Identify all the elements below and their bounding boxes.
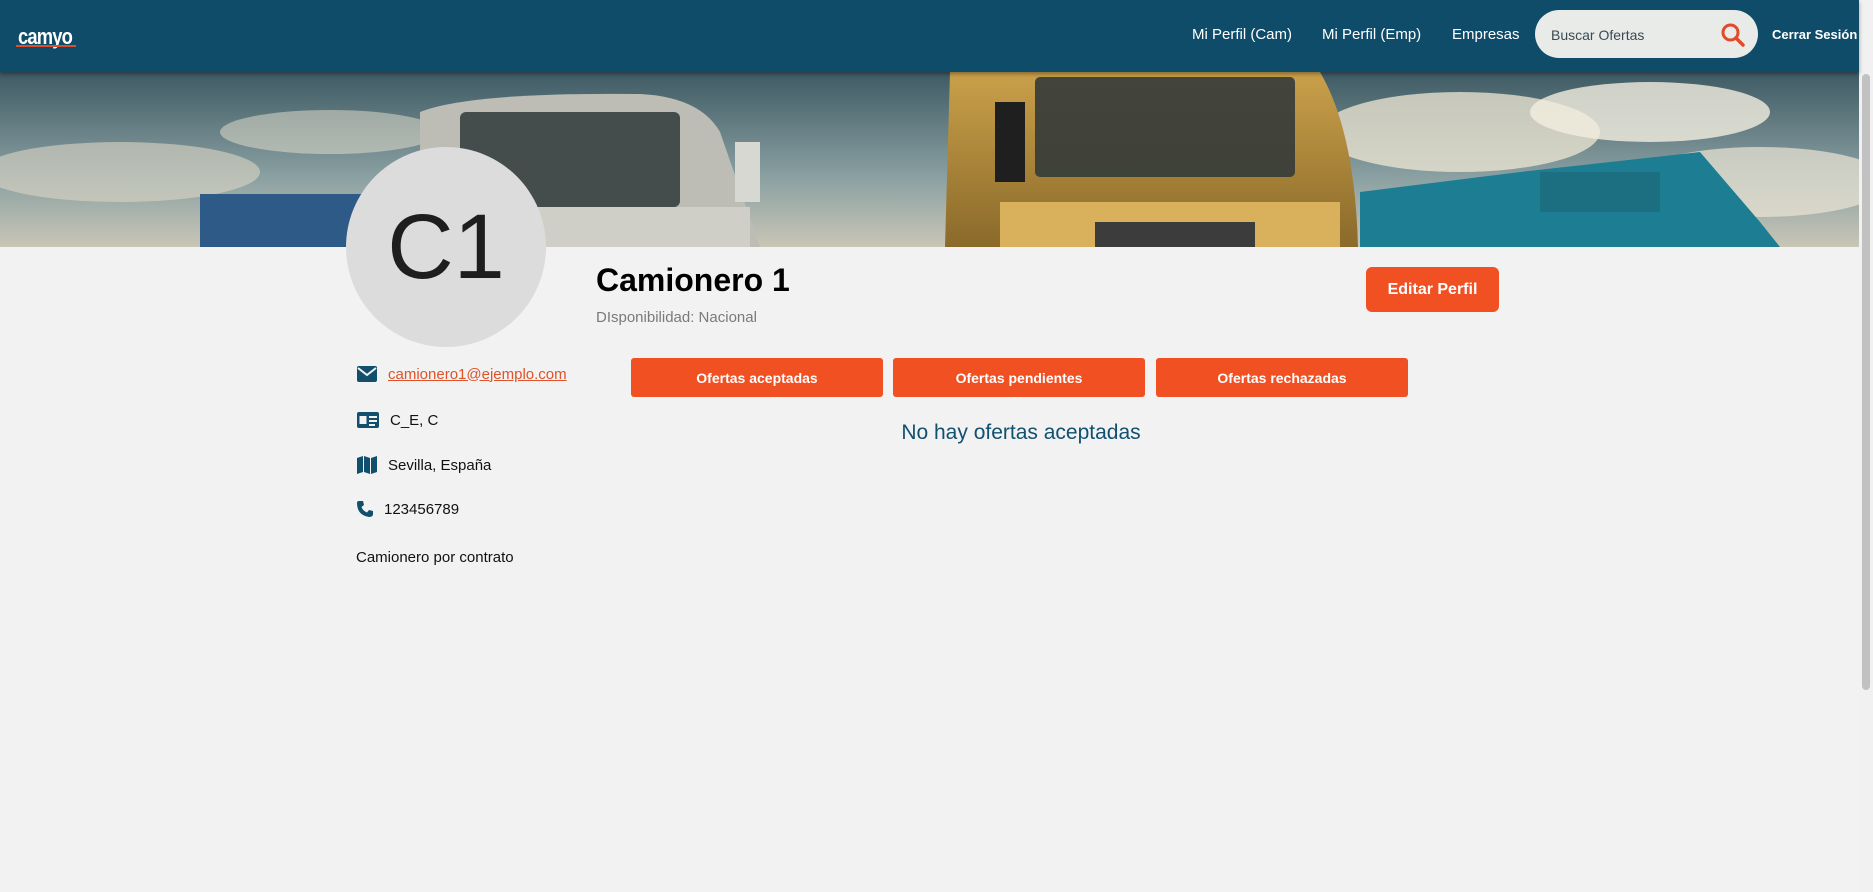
top-navbar: camyo Mi Perfil (Cam) Mi Perfil (Emp) Em… [0,0,1859,72]
tab-ofertas-pendientes[interactable]: Ofertas pendientes [893,358,1145,397]
nav-link-mi-perfil-emp[interactable]: Mi Perfil (Emp) [1322,26,1421,43]
info-location-row: Sevilla, España [356,455,491,475]
nav-link-mi-perfil-cam[interactable]: Mi Perfil (Cam) [1192,26,1292,43]
license-text: C_E, C [390,411,439,429]
search-box [1535,10,1758,58]
tab-ofertas-rechazadas[interactable]: Ofertas rechazadas [1156,358,1408,397]
availability-text: DIsponibilidad: Nacional [596,309,757,326]
role-text: Camionero por contrato [356,549,514,566]
envelope-icon [357,366,377,382]
scrollbar-thumb[interactable] [1862,74,1870,690]
camyo-logo[interactable]: camyo [16,18,76,56]
info-phone-row: 123456789 [356,500,459,518]
location-text: Sevilla, España [388,456,492,474]
profile-name: Camionero 1 [596,262,790,298]
phone-text: 123456789 [384,500,460,518]
nav-link-empresas[interactable]: Empresas [1452,26,1520,43]
avatar-initials: C1 [387,195,505,298]
info-license-row: C_E, C [356,410,438,430]
id-card-icon [357,412,379,428]
phone-icon [357,501,373,517]
tab-ofertas-aceptadas[interactable]: Ofertas aceptadas [631,358,883,397]
empty-offers-message: No hay ofertas aceptadas [901,421,1141,444]
logout-link[interactable]: Cerrar Sesión [1772,27,1857,42]
avatar: C1 [346,147,546,347]
map-icon [357,456,377,474]
info-email-row: camionero1@ejemplo.com [356,365,567,383]
edit-profile-button[interactable]: Editar Perfil [1366,267,1499,312]
email-link[interactable]: camionero1@ejemplo.com [388,366,567,383]
profile-banner-image [0,72,1859,247]
search-icon[interactable] [1720,22,1746,48]
search-input[interactable] [1549,20,1713,50]
